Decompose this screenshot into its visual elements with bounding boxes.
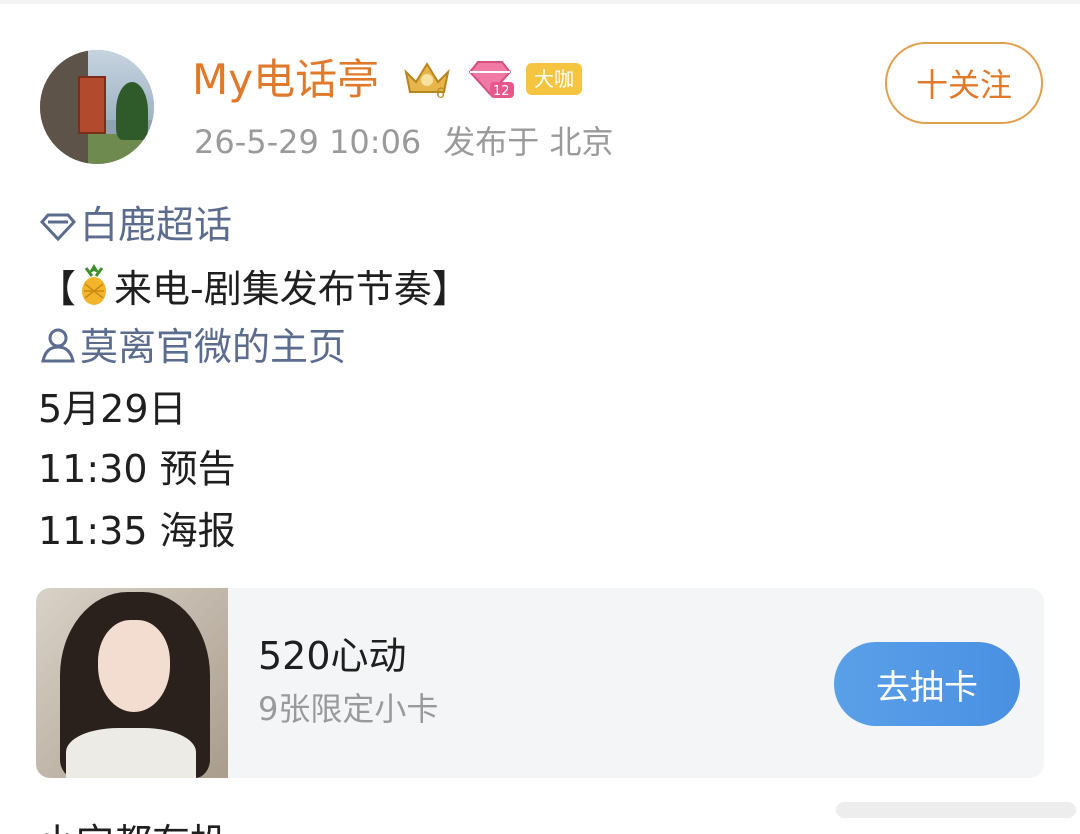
pineapple-emoji-icon <box>82 264 107 305</box>
mention-label: 莫离官微的主页 <box>80 325 347 369</box>
supertopic-link[interactable]: 白鹿超话 <box>38 200 232 250</box>
mention-link[interactable]: 莫离官微的主页 <box>38 322 346 372</box>
diamond-level-icon[interactable]: 12 <box>464 58 516 100</box>
bracket-close: 】 <box>431 267 470 311</box>
avatar[interactable] <box>40 50 154 164</box>
card-promo[interactable]: 520心动 9张限定小卡 去抽卡 <box>36 588 1044 778</box>
crown-level-number: 6 <box>436 86 445 100</box>
card-title: 520心动 <box>258 634 407 678</box>
card-photo <box>36 588 228 778</box>
supertopic-label: 白鹿超话 <box>80 203 233 247</box>
author-badges: 6 12 大咖 <box>400 58 582 100</box>
supertopic-diamond-icon <box>39 213 77 242</box>
card-subtitle: 9张限定小卡 <box>258 690 439 728</box>
top-divider <box>0 0 1080 4</box>
draw-card-button[interactable]: 去抽卡 <box>834 642 1020 726</box>
daka-badge: 大咖 <box>526 63 582 95</box>
post-date: 5月29日 <box>38 387 187 431</box>
schedule-trailer: 11:30 预告 <box>38 447 236 491</box>
post-location: 发布于 北京 <box>443 123 614 161</box>
crown-level-icon[interactable]: 6 <box>400 58 454 100</box>
post-title: 来电-剧集发布节奏 <box>114 267 432 311</box>
user-icon <box>41 328 75 363</box>
bracket-open: 【 <box>38 267 77 311</box>
cut-off-text: 小宝都有投 <box>38 818 228 834</box>
post-title-line: 【 来电-剧集发布节奏】 <box>38 262 470 314</box>
follow-button[interactable]: 十关注 <box>885 42 1043 124</box>
author-name[interactable]: My电话亭 <box>192 56 379 104</box>
post-meta: 26-5-29 10:06 发布于 北京 <box>194 122 613 162</box>
diamond-level-number: 12 <box>493 84 510 99</box>
post-time: 26-5-29 10:06 <box>194 123 422 161</box>
schedule-poster: 11:35 海报 <box>38 509 236 553</box>
watermark-icon <box>836 802 1076 818</box>
